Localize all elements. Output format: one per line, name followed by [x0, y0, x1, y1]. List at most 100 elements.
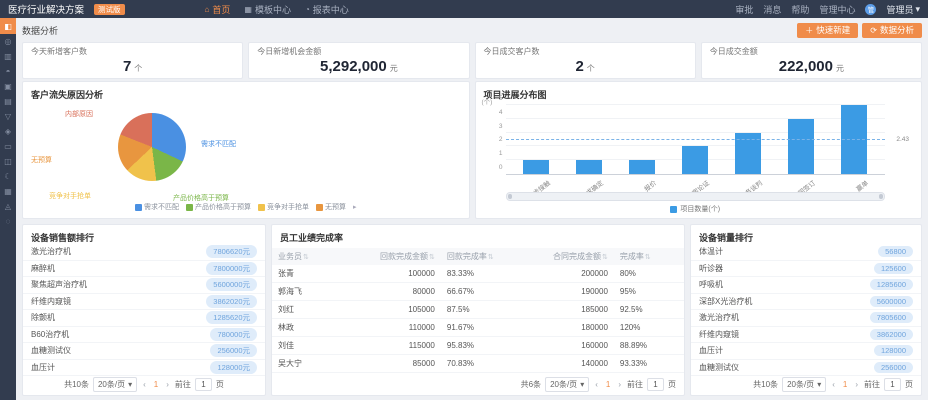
prev-page-button[interactable]: ‹	[141, 380, 148, 389]
sidebar-item-customers[interactable]: ▥	[0, 49, 16, 64]
sidebar-item-training[interactable]: ◓	[0, 64, 16, 79]
legend-swatch	[135, 204, 142, 211]
rank-item-name: 激光治疗机	[699, 312, 739, 323]
current-page[interactable]: 1	[604, 380, 612, 389]
page-size-select[interactable]: 20条/页▾	[545, 377, 589, 392]
table-cell: 93.33%	[614, 355, 684, 373]
nav-item-报表中心[interactable]: ◔报表中心	[305, 3, 349, 16]
sidebar-item-reports[interactable]: ◫	[0, 154, 16, 169]
pie-legend-item[interactable]: 需求不匹配	[135, 202, 179, 212]
y-axis-tick: 2	[490, 136, 503, 143]
stat-card-value: 222,000元	[710, 58, 913, 75]
pagination-total: 共6条	[521, 379, 541, 390]
bar[interactable]	[576, 160, 602, 174]
sidebar-item-contacts[interactable]: ◈	[0, 124, 16, 139]
next-page-button[interactable]: ›	[616, 380, 623, 389]
rank-item-value: 56800	[878, 246, 913, 257]
legend-more-icon[interactable]: ▸	[353, 203, 357, 211]
sidebar-item-dashboard[interactable]: ◧	[0, 18, 16, 34]
table-cell: 110000	[350, 319, 441, 337]
nav-item-label: 报表中心	[313, 3, 349, 16]
page-size-select[interactable]: 20条/页▾	[93, 377, 137, 392]
datazoom-slider[interactable]	[506, 192, 886, 201]
datazoom-handle-left[interactable]	[508, 194, 512, 199]
page-size-select[interactable]: 20条/页▾	[782, 377, 826, 392]
table-header-row: 业务员⇅回款完成金额⇅回款完成率⇅合同完成金额⇅完成率⇅	[272, 248, 684, 265]
table-pagination: 共6条20条/页▾‹1›前往页	[521, 376, 676, 392]
sidebar-item-monitor[interactable]: ▭	[0, 139, 16, 154]
nav-item-首页[interactable]: ⌂首页	[205, 3, 231, 16]
goto-page-input[interactable]	[195, 378, 212, 391]
sidebar-item-funnel[interactable]: ▽	[0, 109, 16, 124]
rank-item-name: 纤维内窥镜	[699, 329, 739, 340]
pagination-total: 共10条	[64, 379, 89, 390]
sort-icon[interactable]: ⇅	[488, 254, 494, 261]
username-menu[interactable]: 管理员▾	[886, 3, 920, 16]
pie-legend-item[interactable]: 产品价格高于预算	[186, 202, 251, 212]
sidebar-item-settings[interactable]: ◌	[0, 214, 16, 229]
table-column-header[interactable]: 回款完成金额⇅	[350, 248, 441, 265]
rank-item-name: 纤维内窥镜	[31, 296, 71, 307]
pie-graphic[interactable]	[118, 113, 186, 181]
sidebar-item-products[interactable]: ▦	[0, 184, 16, 199]
pie-legend-item[interactable]: 竞争对手抢单	[258, 202, 309, 212]
table-cell: 190000	[519, 283, 614, 301]
current-page[interactable]: 1	[152, 380, 160, 389]
sidebar-item-team[interactable]: ◬	[0, 199, 16, 214]
table-cell: 80%	[614, 265, 684, 283]
stat-card-label: 今天新增客户数	[31, 46, 234, 57]
column-header-label: 合同完成金额	[553, 252, 601, 261]
datazoom-handle-right[interactable]	[879, 194, 883, 199]
header-link-帮助[interactable]: 帮助	[791, 3, 809, 16]
sort-icon[interactable]: ⇅	[602, 254, 608, 261]
sidebar-item-workbench[interactable]: ◎	[0, 34, 16, 49]
goto-page-input[interactable]	[647, 378, 664, 391]
bar[interactable]	[682, 146, 708, 174]
prev-page-button[interactable]: ‹	[593, 380, 600, 389]
user-avatar[interactable]: 管	[865, 4, 876, 15]
nav-item-label: 模板中心	[255, 3, 291, 16]
table-cell: 115000	[350, 337, 441, 355]
next-page-button[interactable]: ›	[853, 380, 860, 389]
header-link-管理中心[interactable]: 管理中心	[819, 3, 855, 16]
table-column-header[interactable]: 完成率⇅	[614, 248, 684, 265]
table-cell: 160000	[519, 337, 614, 355]
sidebar-item-night-mode[interactable]: ☾	[0, 169, 16, 184]
table-column-header[interactable]: 业务员⇅	[272, 248, 350, 265]
table-column-header[interactable]: 合同完成金额⇅	[519, 248, 614, 265]
table-cell: 88.89%	[614, 337, 684, 355]
performance-table-body: 张青10000083.33%20000080%郭海飞8000066.67%190…	[272, 265, 684, 373]
caret-down-icon: ▾	[817, 380, 821, 389]
sidebar-item-documents[interactable]: ▤	[0, 94, 16, 109]
header-link-消息[interactable]: 消息	[763, 3, 781, 16]
pie-legend-item[interactable]: 无预算	[316, 202, 346, 212]
table-cell: 180000	[519, 319, 614, 337]
refresh-icon: ⟳	[870, 27, 877, 35]
bar[interactable]	[523, 160, 549, 174]
stat-card: 今日成交金额222,000元	[701, 42, 922, 79]
bar[interactable]	[629, 160, 655, 174]
header-link-审批[interactable]: 审批	[735, 3, 753, 16]
prev-page-button[interactable]: ‹	[830, 380, 837, 389]
current-page[interactable]: 1	[841, 380, 849, 389]
sort-icon[interactable]: ⇅	[303, 254, 309, 261]
y-axis-tick: 3	[490, 123, 503, 130]
goto-page-input[interactable]	[884, 378, 901, 391]
table-column-header[interactable]: 回款完成率⇅	[441, 248, 519, 265]
rank-row: 除颤机1285620元	[23, 310, 265, 327]
right-rank-pagination: 共10条20条/页▾‹1›前往页	[753, 376, 913, 392]
page-actions: ＋ 快速新建 ⟳ 数据分析	[797, 23, 922, 38]
quick-create-button[interactable]: ＋ 快速新建	[797, 23, 858, 38]
page-size-label: 20条/页	[98, 379, 125, 390]
pie-legend-label: 产品价格高于预算	[195, 202, 251, 212]
bar[interactable]	[788, 119, 814, 174]
table-row: 刘红10500087.5%18500092.5%	[272, 301, 684, 319]
pie-legend-label: 无预算	[325, 202, 346, 212]
sort-icon[interactable]: ⇅	[429, 254, 435, 261]
sidebar-item-gallery[interactable]: ▣	[0, 79, 16, 94]
nav-item-模板中心[interactable]: ▦模板中心	[244, 3, 291, 16]
next-page-button[interactable]: ›	[164, 380, 171, 389]
stat-card-label: 今日成交金额	[710, 46, 913, 57]
sort-icon[interactable]: ⇅	[645, 254, 651, 261]
data-analysis-button[interactable]: ⟳ 数据分析	[862, 23, 922, 38]
